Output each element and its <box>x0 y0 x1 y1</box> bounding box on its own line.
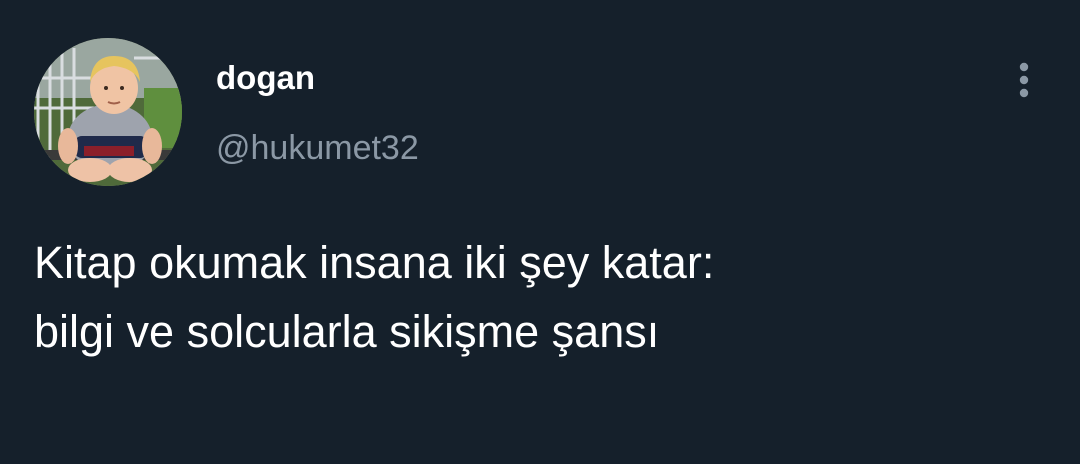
author-avatar[interactable] <box>34 38 182 186</box>
more-options-button[interactable] <box>1004 56 1044 104</box>
tweet-card: dogan @hukumet32 Kitap okumak insana iki… <box>0 0 1080 464</box>
tweet-text-line: bilgi ve solcularla sikişme şansı <box>34 306 660 357</box>
author-display-name[interactable]: dogan <box>216 58 315 98</box>
avatar-photo-icon <box>34 38 182 186</box>
tweet-text: Kitap okumak insana iki şey katar: bilgi… <box>34 228 1044 366</box>
tweet-text-line: Kitap okumak insana iki şey katar: <box>34 237 715 288</box>
more-vertical-icon <box>1019 62 1029 98</box>
author-handle[interactable]: @hukumet32 <box>216 128 419 168</box>
